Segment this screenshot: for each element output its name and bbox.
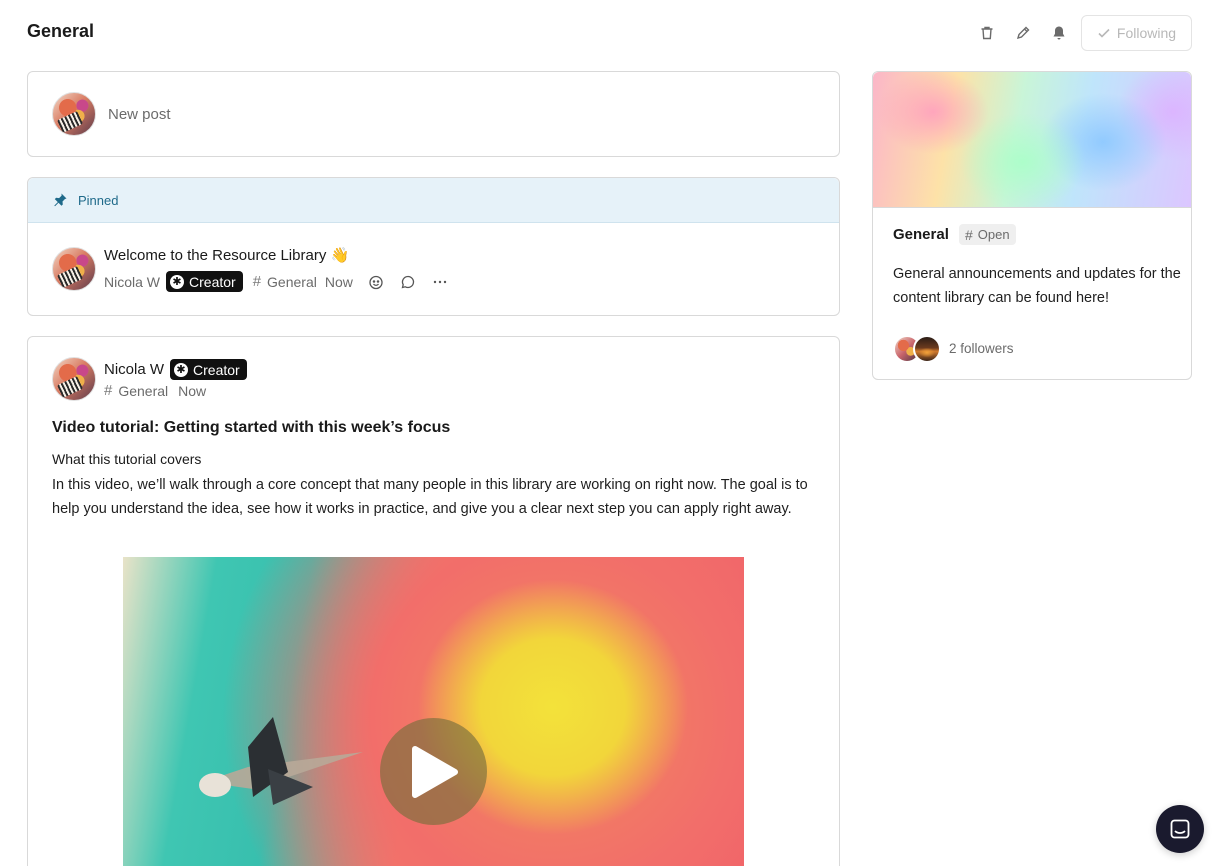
- space-banner: [873, 72, 1191, 208]
- creator-badge: ✱ Creator: [170, 359, 247, 380]
- more-options-icon[interactable]: [431, 273, 449, 291]
- creator-badge: ✱ Creator: [166, 271, 243, 292]
- dart-image: [199, 717, 363, 805]
- post-time: Now: [324, 273, 353, 290]
- avatar: [52, 247, 96, 291]
- space-info-card: General # Open General announcements and…: [872, 71, 1192, 380]
- chat-icon: [1170, 819, 1190, 839]
- post-subheading: What this tutorial covers: [52, 451, 202, 467]
- add-reaction-icon[interactable]: [367, 273, 385, 291]
- follower-avatar[interactable]: [913, 335, 941, 363]
- page-title: General: [27, 21, 95, 41]
- pin-icon: [54, 193, 67, 207]
- trash-icon[interactable]: [976, 22, 998, 44]
- post-title[interactable]: Video tutorial: Getting started with thi…: [52, 419, 450, 437]
- play-icon: [411, 745, 458, 798]
- avatar: [52, 92, 96, 136]
- author-name[interactable]: Nicola W: [104, 361, 164, 378]
- video-player[interactable]: [123, 557, 744, 866]
- pinned-header: Pinned: [28, 178, 839, 223]
- hash-icon: #: [252, 273, 262, 290]
- chat-launcher-button[interactable]: [1156, 805, 1204, 853]
- pinned-section: Pinned Welcome to the Resource Library 👋…: [27, 177, 840, 316]
- hash-icon: #: [965, 226, 973, 243]
- play-button[interactable]: [380, 718, 487, 825]
- asterisk-icon: ✱: [174, 362, 189, 377]
- comment-icon[interactable]: [399, 273, 417, 291]
- post-meta: # General Now: [104, 382, 206, 399]
- avatar: [52, 357, 96, 401]
- space-title: General: [893, 226, 949, 243]
- post-card: Nicola W ✱ Creator # General Now Video tu…: [27, 336, 840, 866]
- author-name[interactable]: Nicola W: [104, 274, 160, 290]
- space-link[interactable]: General: [267, 274, 317, 290]
- space-status-badge: # Open: [959, 224, 1016, 245]
- post-author-row: Nicola W ✱ Creator: [104, 359, 247, 380]
- space-description: General announcements and updates for th…: [893, 266, 1181, 306]
- new-post-input[interactable]: New post: [108, 106, 171, 123]
- pinned-post-title[interactable]: Welcome to the Resource Library 👋: [104, 246, 349, 264]
- post-time: Now: [178, 382, 207, 399]
- new-post-composer[interactable]: New post: [27, 71, 840, 157]
- following-label: Following: [1116, 25, 1177, 41]
- following-button[interactable]: Following: [1081, 15, 1192, 51]
- asterisk-icon: ✱: [170, 274, 185, 289]
- pencil-icon[interactable]: [1012, 22, 1034, 44]
- hash-icon: #: [104, 382, 113, 399]
- post-body: In this video, we’ll walk through a core…: [52, 477, 808, 517]
- bell-icon[interactable]: [1048, 22, 1070, 44]
- check-icon: [1098, 28, 1110, 38]
- followers-count[interactable]: 2 followers: [949, 341, 1014, 356]
- space-link[interactable]: General: [118, 383, 168, 399]
- pinned-label: Pinned: [78, 192, 119, 208]
- pinned-post-meta: Nicola W ✱ Creator # General Now: [104, 271, 449, 292]
